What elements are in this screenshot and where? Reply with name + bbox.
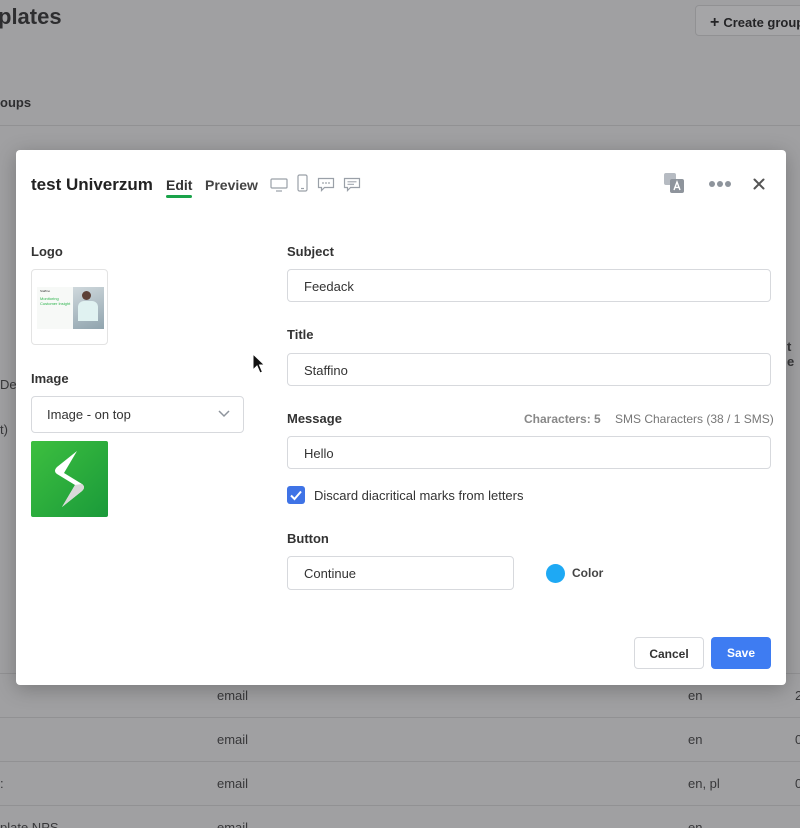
logo-thumb-brand: Staffino: [40, 289, 51, 293]
image-position-select[interactable]: Image - on top: [31, 396, 244, 433]
close-icon[interactable]: [753, 178, 765, 190]
logo-thumb-text: Customer Insight: [40, 301, 71, 306]
more-icon[interactable]: [708, 180, 732, 188]
mobile-icon[interactable]: [297, 174, 308, 192]
image-position-value: Image - on top: [47, 407, 131, 422]
sms-characters-count: SMS Characters (38 / 1 SMS): [615, 412, 774, 426]
discard-diacritics-label[interactable]: Discard diacritical marks from letters: [314, 488, 524, 503]
desktop-icon[interactable]: [270, 178, 288, 192]
button-color-swatch[interactable]: [546, 564, 565, 583]
subject-input[interactable]: Feedack: [287, 269, 771, 302]
image-thumbnail[interactable]: [31, 441, 108, 517]
logo-thumbnail[interactable]: Staffino Monitoring Customer Insight: [31, 269, 108, 345]
image-label: Image: [31, 371, 69, 386]
tab-preview[interactable]: Preview: [205, 177, 258, 193]
edit-template-modal: test Univerzum Edit Preview Logo Staffin…: [16, 150, 786, 685]
logo-preview: Staffino Monitoring Customer Insight: [37, 287, 104, 329]
discard-diacritics-checkbox[interactable]: [287, 486, 305, 504]
chevron-down-icon: [218, 410, 230, 418]
active-tab-indicator: [166, 195, 193, 198]
checkmark-icon: [290, 490, 302, 501]
tab-edit[interactable]: Edit: [166, 177, 193, 198]
modal-title: test Univerzum: [31, 175, 153, 194]
staffino-logo-icon: [55, 451, 84, 507]
characters-count: Characters: 5: [524, 412, 601, 426]
title-label: Title: [287, 327, 314, 342]
logo-label: Logo: [31, 244, 63, 259]
color-label[interactable]: Color: [572, 566, 603, 580]
logo-thumb-person: [82, 291, 91, 300]
logo-thumb-person: [78, 301, 98, 321]
chat-icon[interactable]: [343, 177, 361, 192]
cancel-button[interactable]: Cancel: [634, 637, 704, 669]
subject-label: Subject: [287, 244, 334, 259]
sms-icon[interactable]: [317, 177, 335, 192]
title-input[interactable]: Staffino: [287, 353, 771, 386]
save-button[interactable]: Save: [711, 637, 771, 669]
translate-icon[interactable]: [663, 172, 685, 194]
message-label: Message: [287, 411, 342, 426]
button-text-input[interactable]: Continue: [287, 556, 514, 590]
button-label: Button: [287, 531, 329, 546]
message-input[interactable]: Hello: [287, 436, 771, 469]
tab-edit-label: Edit: [166, 177, 193, 193]
mouse-cursor-icon: [252, 353, 266, 374]
